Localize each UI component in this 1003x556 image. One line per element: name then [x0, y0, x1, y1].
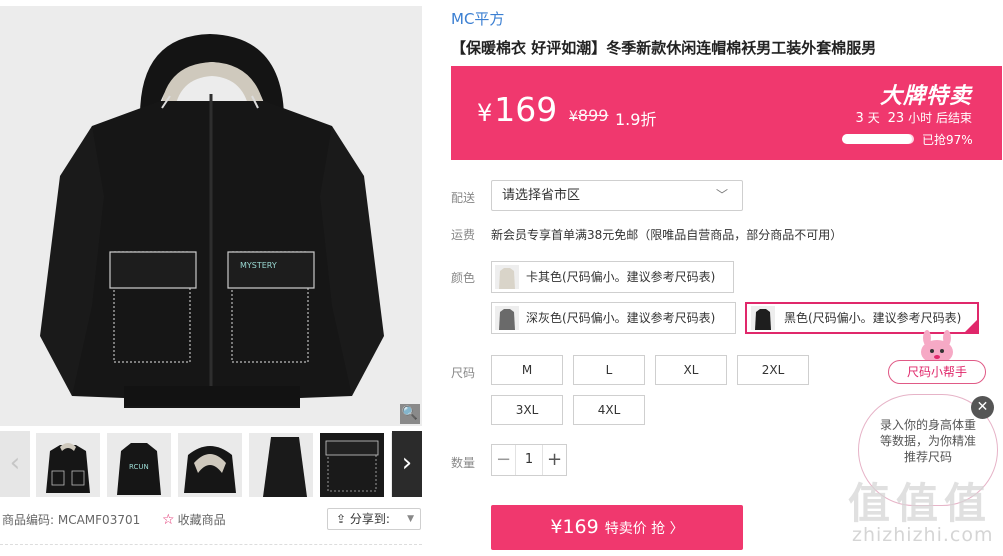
quantity-stepper: − 1 +	[491, 444, 567, 476]
thumb-next-arrow[interactable]: ›	[392, 431, 422, 497]
thumbnail[interactable]	[249, 433, 313, 497]
gallery-meta-row: 商品编码: MCAMF03701 ☆ 收藏商品 ⇪ 分享到: ▼	[0, 508, 422, 530]
quantity-input[interactable]: 1	[516, 445, 542, 475]
watermark-glyph: 值	[944, 479, 987, 528]
size-option[interactable]: 4XL	[573, 395, 645, 425]
jacket-illustration: MYSTERY	[0, 6, 422, 426]
brand-link[interactable]: MC平方	[451, 8, 504, 29]
quantity-label: 数量	[451, 456, 476, 470]
sleeve-closeup-thumb	[249, 433, 313, 497]
chevron-down-icon: ﹀	[715, 188, 728, 202]
favorite-label: 收藏商品	[177, 513, 226, 527]
product-title: 【保暖棉衣 好评如潮】冬季新款休闲连帽棉袄男工装外套棉服男	[451, 39, 877, 57]
watermark-text: zhizhizhi.com	[852, 524, 994, 546]
share-label: 分享到:	[349, 512, 390, 526]
darkgray-swatch-icon	[495, 306, 519, 330]
check-icon: ✓	[968, 316, 976, 326]
region-select[interactable]: 请选择省市区 ﹀	[491, 180, 743, 211]
caret-down-icon: ▼	[407, 514, 414, 524]
pocket-closeup-thumb	[320, 433, 384, 497]
size-option[interactable]: L	[573, 355, 645, 385]
share-dropdown[interactable]: ⇪ 分享到: ▼	[327, 508, 421, 530]
size-helper-tag[interactable]: 尺码小帮手	[888, 360, 986, 384]
color-label: 颜色	[451, 271, 476, 285]
size-option[interactable]: 3XL	[491, 395, 563, 425]
watermark: 值 值 值 zhizhizhi.com	[848, 470, 998, 550]
buy-button-price: ¥169	[550, 516, 599, 538]
color-option-label: 卡其色(尺码偏小。建议参考尺码表)	[526, 270, 716, 284]
countdown: 3天 23 小时 后结束	[855, 111, 972, 126]
favorite-button[interactable]: ☆ 收藏商品	[162, 511, 226, 528]
buy-button-label: 特卖价 抢 〉	[604, 521, 684, 537]
thumbnail[interactable]	[178, 433, 242, 497]
size-label: 尺码	[451, 366, 476, 380]
sold-progress-text: 已抢97%	[922, 133, 973, 147]
thumbnail[interactable]: RCUN	[107, 433, 171, 497]
shipping-label: 运费	[451, 228, 476, 242]
thumbnail[interactable]	[320, 433, 384, 497]
size-option[interactable]: M	[491, 355, 563, 385]
divider	[0, 544, 422, 545]
promo-title: 大牌特卖	[879, 84, 972, 109]
size-option[interactable]: 2XL	[737, 355, 809, 385]
jacket-front-thumb	[36, 433, 100, 497]
sold-progress-fill	[842, 134, 912, 144]
chest-print-text: MYSTERY	[240, 261, 277, 270]
buy-button[interactable]: ¥169 特卖价 抢 〉	[491, 505, 743, 550]
sold-progress-bar	[842, 134, 914, 144]
size-option[interactable]: XL	[655, 355, 727, 385]
watermark-glyph: 值	[896, 479, 939, 528]
quantity-plus-button[interactable]: +	[542, 445, 566, 475]
color-option-darkgray[interactable]: 深灰色(尺码偏小。建议参考尺码表)	[491, 302, 736, 334]
original-price: ¥899	[569, 106, 609, 125]
black-swatch-icon	[751, 306, 775, 330]
shipping-text: 新会员专享首单满38元免邮（限唯品自营商品，部分商品不可用）	[491, 228, 843, 242]
mascot-icon[interactable]	[912, 330, 962, 364]
jacket-back-thumb: RCUN	[107, 433, 171, 497]
star-icon: ☆	[162, 512, 175, 528]
thumbnail[interactable]	[36, 433, 100, 497]
color-option-label: 黑色(尺码偏小。建议参考尺码表)	[784, 311, 962, 325]
close-icon[interactable]: ✕	[971, 396, 994, 419]
hood-closeup-thumb	[178, 433, 242, 497]
region-select-value: 请选择省市区	[502, 188, 581, 203]
quantity-minus-button[interactable]: −	[492, 445, 516, 475]
thumb-prev-arrow[interactable]: ‹	[0, 431, 30, 497]
sku-code: 商品编码: MCAMF03701	[2, 513, 141, 527]
color-option-khaki[interactable]: 卡其色(尺码偏小。建议参考尺码表)	[491, 261, 734, 293]
delivery-label: 配送	[451, 191, 476, 205]
share-icon: ⇪	[336, 512, 350, 526]
color-option-label: 深灰色(尺码偏小。建议参考尺码表)	[526, 311, 716, 325]
discount-rate: 1.9折	[615, 110, 657, 129]
back-print-text: RCUN	[129, 463, 149, 471]
thumbnail-strip: ‹ RCUN ›	[0, 431, 422, 497]
watermark-glyph: 值	[848, 479, 891, 528]
product-main-image[interactable]: MYSTERY 🔍	[0, 6, 422, 426]
khaki-swatch-icon	[495, 265, 519, 289]
zoom-icon[interactable]: 🔍	[400, 404, 420, 424]
current-price: ¥169	[477, 90, 558, 129]
price-banner: ¥169 ¥899 1.9折 大牌特卖 3天 23 小时 后结束 已抢97%	[451, 66, 1002, 160]
